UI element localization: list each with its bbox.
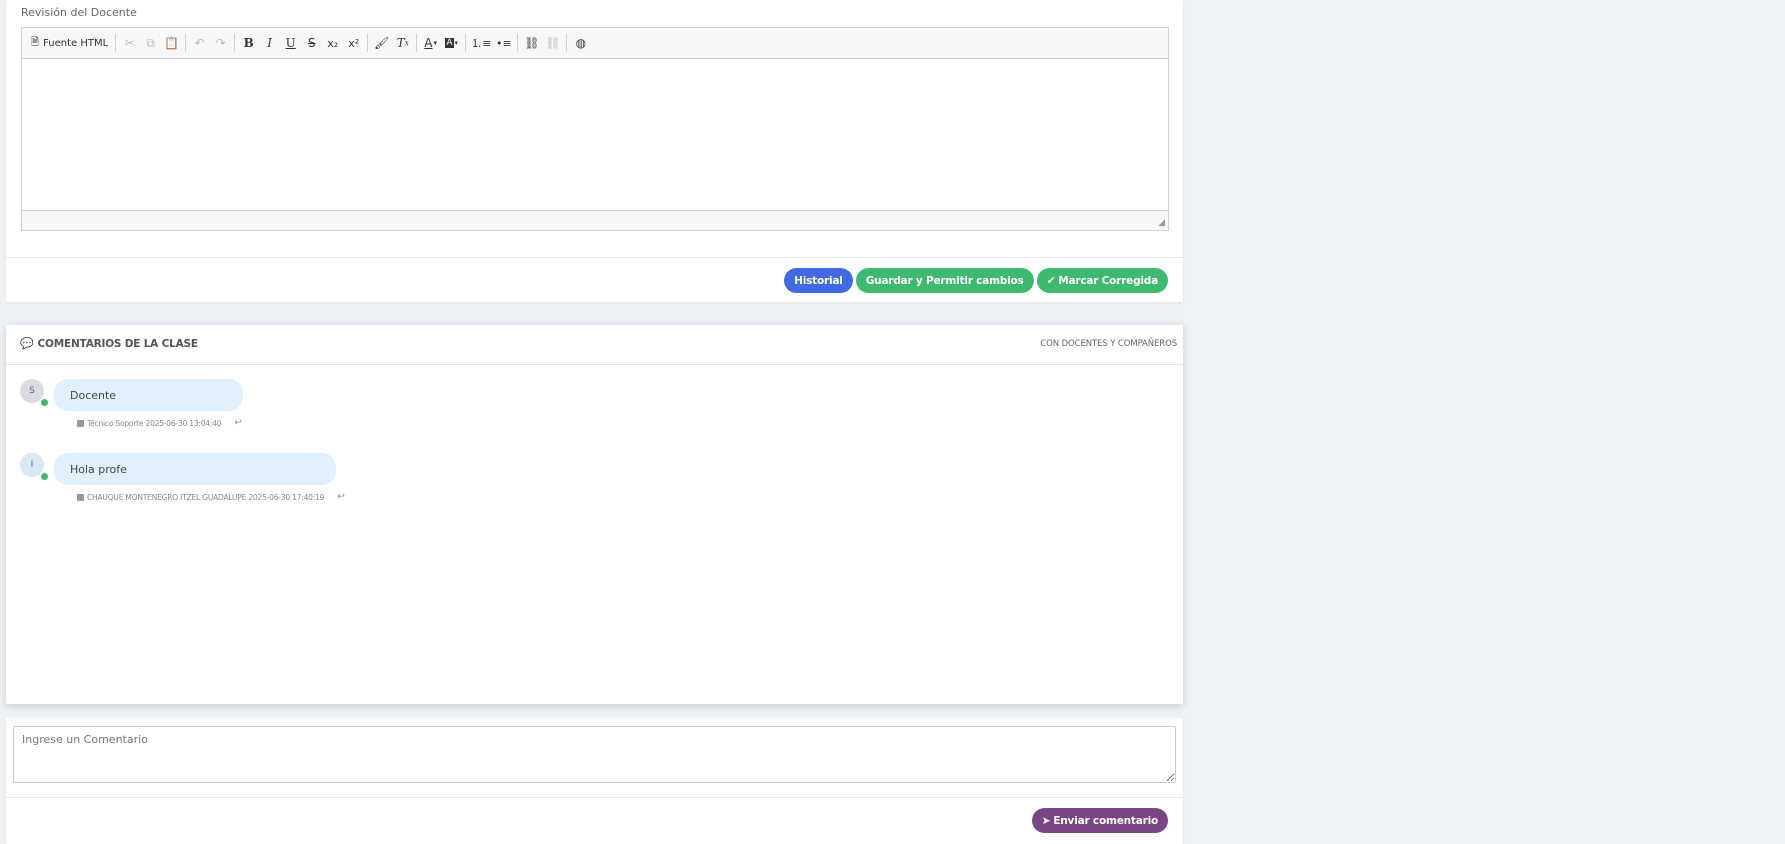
toolbar-separator [465, 34, 467, 52]
class-comments-card: 💬 COMENTARIOS DE LA CLASE CON DOCENTES Y… [6, 325, 1183, 704]
review-actions: Historial Guardar y Permitir cambios ✔ M… [784, 268, 1168, 293]
subscript-icon[interactable]: x₂ [322, 32, 343, 54]
mark-corrected-label: Marcar Corregida [1058, 274, 1158, 287]
toolbar-separator [416, 34, 418, 52]
comment-meta: Técnico Soporte 2025-06-30 13:04:40 ↩ [77, 418, 242, 428]
toolbar-separator [115, 34, 117, 52]
link-icon[interactable]: ⛓ [521, 32, 542, 54]
comment-meta: CHAUQUE MONTENEGRO ITZEL GUADALUPE 2025-… [77, 492, 345, 502]
unlink-icon[interactable]: ⛓ [542, 32, 563, 54]
online-status-dot [40, 398, 49, 407]
check-icon: ✔ [1046, 274, 1056, 287]
comments-subtitle: CON DOCENTES Y COMPAÑEROS [1040, 339, 1177, 349]
comment-bubble: Hola profe [54, 453, 336, 485]
review-label: Revisión del Docente [21, 6, 137, 19]
copy-format-icon[interactable]: 🖌 [371, 32, 392, 54]
editor-footer: ◢ [22, 210, 1168, 230]
paper-plane-icon: ➤ [1041, 814, 1051, 827]
numbered-list-icon[interactable]: ⒈≡ [469, 32, 493, 54]
source-html-label: Fuente HTML [43, 37, 109, 49]
calendar-icon [77, 493, 84, 501]
bulleted-list-icon[interactable]: •≡ [493, 32, 514, 54]
underline-icon[interactable]: U [280, 32, 301, 54]
background-color-icon[interactable]: A ▾ [441, 32, 462, 54]
mark-corrected-button[interactable]: ✔ Marcar Corregida [1036, 268, 1168, 293]
comment-input[interactable] [13, 726, 1176, 783]
reply-icon[interactable]: ↩ [337, 492, 345, 502]
comments-icon: 💬 [20, 337, 34, 350]
rich-text-editor: 🗎 Fuente HTML ✂ ⧉ 📋 ↶ ↷ B I U S x₂ x² 🖌 … [21, 27, 1169, 231]
editor-toolbar: 🗎 Fuente HTML ✂ ⧉ 📋 ↶ ↷ B I U S x₂ x² 🖌 … [22, 28, 1168, 59]
redo-icon[interactable]: ↷ [210, 32, 231, 54]
send-comment-label: Enviar comentario [1053, 814, 1158, 827]
comment-author-date: CHAUQUE MONTENEGRO ITZEL GUADALUPE 2025-… [87, 492, 325, 502]
history-button[interactable]: Historial [784, 268, 853, 293]
send-wrap: ➤ Enviar comentario [1031, 808, 1168, 833]
undo-icon[interactable]: ↶ [189, 32, 210, 54]
bold-icon[interactable]: B [238, 32, 259, 54]
comment-input-card: ➤ Enviar comentario [6, 718, 1183, 844]
teacher-review-card: Revisión del Docente 🗎 Fuente HTML ✂ ⧉ 📋… [6, 0, 1183, 302]
italic-icon[interactable]: I [259, 32, 280, 54]
calendar-icon [77, 419, 84, 427]
send-comment-button[interactable]: ➤ Enviar comentario [1031, 808, 1168, 833]
toolbar-separator [517, 34, 519, 52]
comment-author-date: Técnico Soporte 2025-06-30 13:04:40 [87, 418, 222, 428]
superscript-icon[interactable]: x² [343, 32, 364, 54]
comment-bubble: Docente [54, 379, 243, 411]
source-html-button[interactable]: 🗎 Fuente HTML [27, 32, 112, 54]
toolbar-separator [367, 34, 369, 52]
reply-icon[interactable]: ↩ [234, 418, 242, 428]
globe-icon[interactable]: ◍ [570, 32, 591, 54]
cut-icon[interactable]: ✂ [119, 32, 140, 54]
save-allow-changes-button[interactable]: Guardar y Permitir cambios [855, 268, 1034, 293]
text-color-icon[interactable]: A ▾ [420, 32, 441, 54]
strikethrough-icon[interactable]: S [301, 32, 322, 54]
comments-title: 💬 COMENTARIOS DE LA CLASE [20, 337, 198, 350]
comments-title-text: COMENTARIOS DE LA CLASE [37, 337, 199, 350]
document-icon: 🗎 [31, 36, 40, 48]
editor-content-area[interactable] [22, 59, 1168, 210]
remove-format-icon[interactable]: Tx [392, 32, 413, 54]
divider [6, 257, 1183, 258]
toolbar-separator [566, 34, 568, 52]
copy-icon[interactable]: ⧉ [140, 32, 161, 54]
toolbar-separator [234, 34, 236, 52]
online-status-dot [40, 472, 49, 481]
divider [6, 797, 1183, 798]
comments-header: 💬 COMENTARIOS DE LA CLASE CON DOCENTES Y… [6, 325, 1183, 365]
toolbar-separator [185, 34, 187, 52]
paste-icon[interactable]: 📋 [161, 32, 182, 54]
resize-grip-icon[interactable]: ◢ [1158, 218, 1165, 228]
